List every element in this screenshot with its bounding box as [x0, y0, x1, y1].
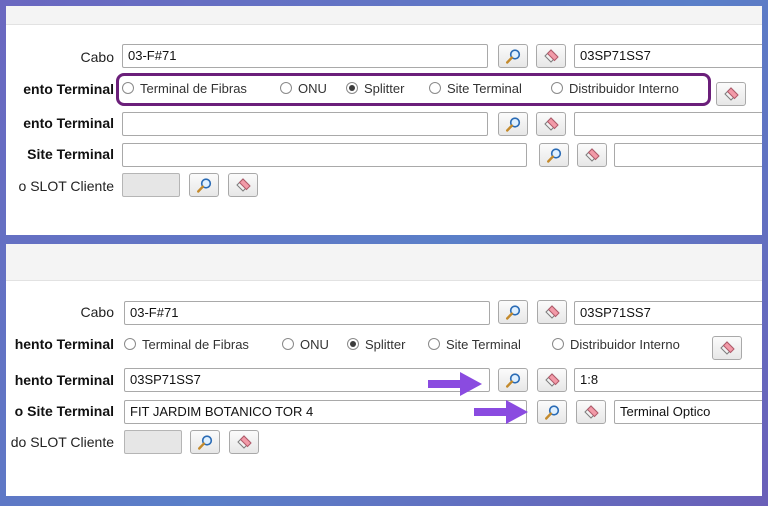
- equipamento-search-button[interactable]: [498, 368, 528, 392]
- slot-clear-button[interactable]: [229, 430, 259, 454]
- magnifier-icon: [506, 117, 521, 132]
- eraser-icon: [236, 178, 251, 192]
- slot-clear-button[interactable]: [228, 173, 258, 197]
- magnifier-icon: [547, 148, 562, 163]
- equipamento-search-button[interactable]: [498, 112, 528, 136]
- magnifier-icon: [506, 49, 521, 64]
- cabo-field[interactable]: 03-F#71: [124, 301, 490, 325]
- eraser-icon: [544, 49, 559, 63]
- magnifier-icon: [506, 305, 521, 320]
- arrow-annotation: [474, 400, 528, 424]
- cabo-label: Cabo: [80, 304, 114, 320]
- slot-cliente-label: do SLOT Cliente: [10, 434, 114, 450]
- equipamento-terminal-label: hento Terminal: [14, 372, 114, 388]
- radio-label: Splitter: [365, 337, 406, 352]
- eraser-icon: [724, 87, 739, 101]
- site-terminal-field[interactable]: [122, 143, 527, 167]
- radio-label: Terminal de Fibras: [142, 337, 249, 352]
- cabo-search-button[interactable]: [498, 44, 528, 68]
- radio-circle[interactable]: [124, 338, 136, 350]
- radio-label: ONU: [300, 337, 329, 352]
- cabo-field[interactable]: 03-F#71: [122, 44, 488, 68]
- eraser-icon: [584, 405, 599, 419]
- eraser-icon: [237, 435, 252, 449]
- eraser-icon: [545, 305, 560, 319]
- terminal-type-radio-group: Terminal de Fibras ONU Splitter Site Ter…: [124, 335, 714, 355]
- eraser-icon: [544, 117, 559, 131]
- radio-circle[interactable]: [428, 338, 440, 350]
- magnifier-icon: [197, 178, 212, 193]
- arrow-annotation: [428, 372, 482, 396]
- panel-header: [6, 6, 762, 25]
- equipamento-terminal-type-label: ento Terminal: [23, 81, 114, 97]
- site-search-button[interactable]: [537, 400, 567, 424]
- terminal-type-clear-button[interactable]: [712, 336, 742, 360]
- magnifier-icon: [198, 435, 213, 450]
- radio-label: Distribuidor Interno: [570, 337, 680, 352]
- highlight-box: [116, 73, 711, 106]
- form-panel-after: Cabo 03-F#71 03SP71SS7 hento Terminal Te…: [6, 244, 762, 496]
- eraser-icon: [585, 148, 600, 162]
- cabo-search-button[interactable]: [498, 300, 528, 324]
- magnifier-icon: [506, 373, 521, 388]
- cabo-label: Cabo: [80, 49, 114, 65]
- site-terminal-label: o Site Terminal: [14, 403, 114, 419]
- equipamento-clear-button[interactable]: [537, 368, 567, 392]
- equipamento-extra-field[interactable]: [574, 112, 762, 136]
- slot-cliente-field[interactable]: [124, 430, 182, 454]
- site-terminal-field[interactable]: FIT JARDIM BOTANICO TOR 4: [124, 400, 527, 424]
- site-terminal-label: Site Terminal: [27, 146, 114, 162]
- site-search-button[interactable]: [539, 143, 569, 167]
- slot-cliente-label: o SLOT Cliente: [18, 178, 114, 194]
- cabo-code-field[interactable]: 03SP71SS7: [574, 44, 762, 68]
- terminal-type-clear-button[interactable]: [716, 82, 746, 106]
- equipamento-terminal-type-label: hento Terminal: [14, 336, 114, 352]
- equipamento-clear-button[interactable]: [536, 112, 566, 136]
- equipamento-terminal-field[interactable]: [122, 112, 488, 136]
- site-clear-button[interactable]: [576, 400, 606, 424]
- radio-circle[interactable]: [282, 338, 294, 350]
- site-extra-field[interactable]: Terminal Optico: [614, 400, 762, 424]
- cabo-code-field[interactable]: 03SP71SS7: [574, 301, 762, 325]
- radio-circle-selected[interactable]: [347, 338, 359, 350]
- cabo-clear-button[interactable]: [537, 300, 567, 324]
- site-extra-field[interactable]: [614, 143, 762, 167]
- slot-cliente-field[interactable]: [122, 173, 180, 197]
- equipamento-terminal-label: ento Terminal: [23, 115, 114, 131]
- cabo-clear-button[interactable]: [536, 44, 566, 68]
- radio-circle[interactable]: [552, 338, 564, 350]
- slot-search-button[interactable]: [190, 430, 220, 454]
- magnifier-icon: [545, 405, 560, 420]
- eraser-icon: [545, 373, 560, 387]
- radio-label: Site Terminal: [446, 337, 521, 352]
- eraser-icon: [720, 341, 735, 355]
- site-clear-button[interactable]: [577, 143, 607, 167]
- panel-header: [6, 244, 762, 281]
- form-panel-before: Cabo 03-F#71 03SP71SS7 ento Terminal Ter…: [6, 6, 762, 235]
- slot-search-button[interactable]: [189, 173, 219, 197]
- equipamento-extra-field[interactable]: 1:8: [574, 368, 762, 392]
